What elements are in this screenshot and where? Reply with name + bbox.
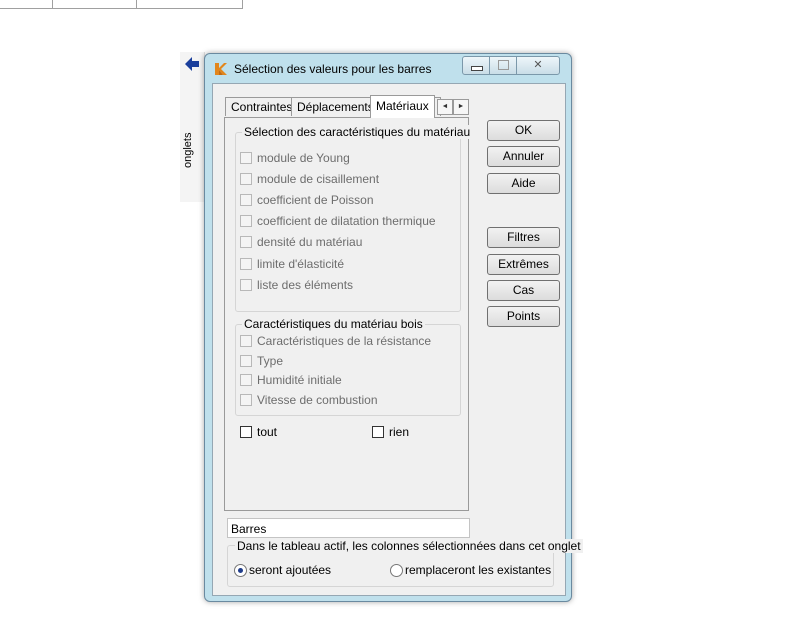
checkbox[interactable] — [240, 279, 252, 291]
checkbox[interactable] — [240, 173, 252, 185]
minimize-button[interactable] — [462, 56, 490, 75]
dialog-window: Sélection des valeurs pour les barres ✕ … — [204, 53, 583, 602]
tab-panel-materiaux: Sélection des caractéristiques du matéri… — [224, 117, 473, 511]
aide-button[interactable]: Aide — [487, 173, 560, 194]
checkbox[interactable] — [240, 394, 252, 406]
checkbox[interactable] — [240, 215, 252, 227]
onglets-side-panel[interactable]: onglets — [180, 52, 205, 202]
checkbox[interactable] — [240, 355, 252, 367]
select-none-label: rien — [389, 425, 410, 439]
annuler-button[interactable]: Annuler — [487, 146, 560, 167]
checkbox[interactable] — [372, 426, 384, 438]
ok-button[interactable]: OK — [487, 120, 560, 141]
onglets-label[interactable]: onglets — [182, 133, 194, 168]
maximize-icon — [498, 60, 509, 70]
radio-button[interactable] — [234, 564, 247, 577]
radio-label: remplaceront les existantes — [405, 563, 552, 577]
tab-scroll-left-icon[interactable]: ◄ — [437, 99, 453, 115]
checkbox[interactable] — [240, 236, 252, 248]
app-logo-icon — [215, 63, 227, 75]
checkbox[interactable] — [240, 426, 252, 438]
group-title: Sélection des caractéristiques du matéri… — [242, 125, 473, 139]
checkbox-label: module de cisaillement — [257, 172, 380, 186]
checkbox-label: densité du matériau — [257, 235, 363, 249]
tab-contraintes[interactable]: Contraintes — [225, 97, 299, 116]
checkbox[interactable] — [240, 258, 252, 270]
checkbox-label: Caractéristiques de la résistance — [257, 334, 432, 348]
checkbox-label: Humidité initiale — [257, 373, 342, 387]
close-icon: ✕ — [533, 59, 543, 71]
minimize-icon — [471, 66, 483, 71]
material-characteristics-group: Sélection des caractéristiques du matéri… — [235, 125, 473, 312]
checkbox[interactable] — [240, 152, 252, 164]
background-table-fragment — [0, 0, 243, 9]
checkbox-label: coefficient de Poisson — [257, 193, 374, 207]
title-bar[interactable]: Sélection des valeurs pour les barres ✕ — [205, 54, 571, 82]
tab-scroll-right-icon[interactable]: ► — [453, 99, 469, 115]
dialog-client-area: Contraintes Déplacements Matériaux ◄ ► S… — [212, 83, 583, 596]
select-all-label: tout — [257, 425, 278, 439]
table-divider — [136, 0, 137, 8]
checkbox-label: limite d'élasticité — [257, 257, 344, 271]
checkbox-label: Vitesse de combustion — [257, 393, 378, 407]
window-title: Sélection des valeurs pour les barres — [234, 62, 432, 76]
checkbox-label: Type — [257, 354, 284, 368]
columns-option-title: Dans le tableau actif, les colonnes séle… — [235, 539, 583, 553]
extremes-button[interactable]: Extrêmes — [487, 254, 560, 275]
maximize-button[interactable] — [489, 56, 517, 75]
close-button[interactable]: ✕ — [516, 56, 560, 75]
checkbox-label: coefficient de dilatation thermique — [257, 214, 436, 228]
wood-characteristics-group: Caractéristiques du matériau bois Caract… — [235, 317, 461, 416]
filtres-button[interactable]: Filtres — [487, 227, 560, 248]
checkbox-label: module de Young — [257, 151, 350, 165]
barres-field[interactable]: Barres — [227, 518, 470, 538]
points-button[interactable]: Points — [487, 306, 560, 327]
tab-deplacements[interactable]: Déplacements — [291, 97, 380, 116]
tab-materiaux[interactable]: Matériaux — [370, 95, 435, 118]
checkbox[interactable] — [240, 194, 252, 206]
cas-button[interactable]: Cas — [487, 280, 560, 301]
table-divider — [52, 0, 53, 8]
columns-option-group: Dans le tableau actif, les colonnes séle… — [227, 539, 583, 587]
checkbox[interactable] — [240, 374, 252, 386]
radio-label: seront ajoutées — [249, 563, 332, 577]
radio-button[interactable] — [390, 564, 403, 577]
checkbox-label: liste des éléments — [257, 278, 354, 292]
checkbox[interactable] — [240, 335, 252, 347]
group-title: Caractéristiques du matériau bois — [242, 317, 425, 331]
radio-selected-dot — [238, 568, 243, 573]
